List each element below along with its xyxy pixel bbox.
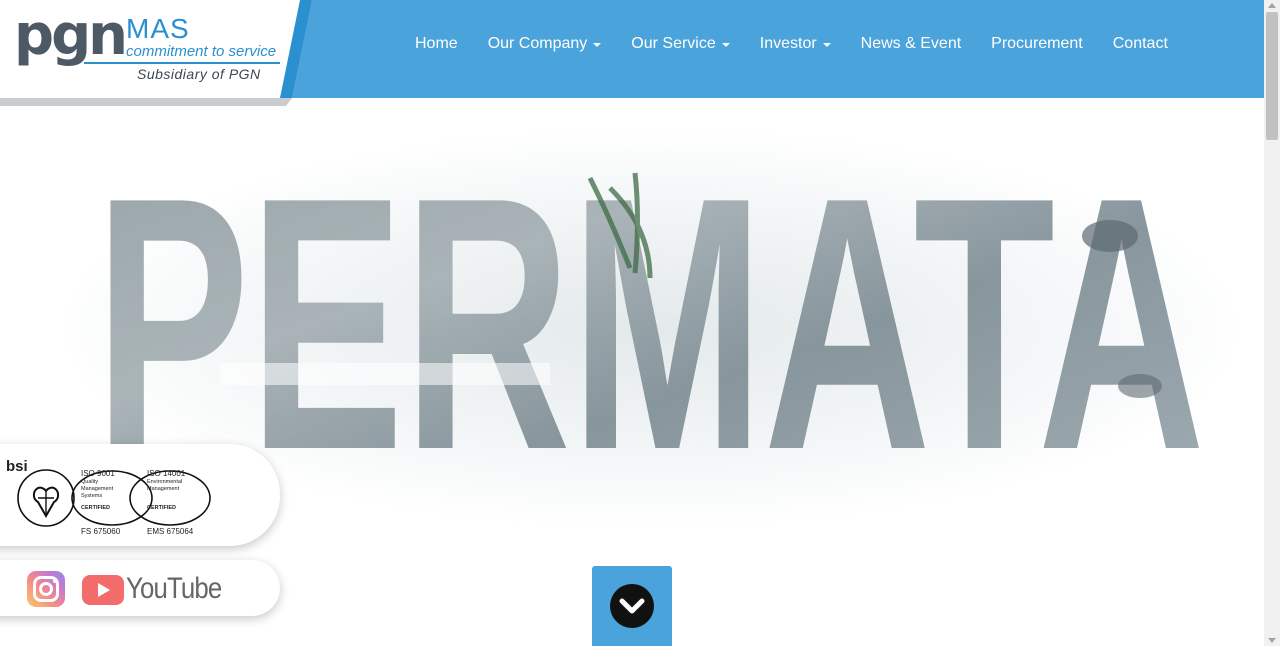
hero-fixture [1118, 374, 1162, 398]
scrollbar-thumb[interactable] [1266, 12, 1278, 140]
nav-procurement[interactable]: Procurement [976, 35, 1098, 53]
instagram-icon-dot [53, 579, 57, 583]
nav-our-company[interactable]: Our Company [473, 35, 617, 53]
hero-reflection [220, 363, 550, 385]
iso9001-status: CERTIFIED [81, 505, 111, 511]
youtube-label[interactable]: YouTube [126, 572, 222, 606]
main-nav: Home Our Company Our Service Investor Ne… [400, 32, 1183, 56]
logo-tagline: commitment to service [126, 43, 277, 60]
logo-divider [84, 62, 280, 64]
iso14001-status: CERTIFIED [147, 505, 177, 511]
nav-home[interactable]: Home [400, 35, 473, 53]
hero-word: PERMATA [95, 158, 1205, 458]
scroll-down-button[interactable] [592, 566, 672, 646]
iso14001-desc1: Environmental [147, 479, 183, 485]
hero-fixture [1082, 220, 1138, 252]
cert-issuer: bsi [6, 458, 28, 475]
nav-our-service-label: Our Service [631, 35, 716, 52]
page-scrollbar[interactable] [1264, 0, 1280, 646]
nav-news-event-label: News & Event [860, 35, 962, 52]
logo[interactable]: pgn MAS commitment to service Subsidiary… [0, 0, 312, 106]
iso9001-desc2: Management [81, 486, 114, 492]
iso14001-desc2: Management [147, 486, 180, 492]
nav-our-service[interactable]: Our Service [616, 35, 744, 53]
scroll-down-arrow-icon[interactable] [1268, 638, 1276, 643]
hero-word-image: PERMATA [95, 158, 1205, 458]
caret-down-icon [721, 43, 730, 47]
iso9001-code: ISO 9001 [81, 469, 115, 478]
nav-home-label: Home [415, 35, 458, 52]
iso9001-desc3: Systems [81, 493, 103, 499]
nav-news-event[interactable]: News & Event [846, 35, 976, 53]
iso14001-number: EMS 675064 [147, 527, 194, 536]
logo-name: MAS [126, 13, 190, 44]
iso9001-number: FS 675060 [81, 527, 121, 536]
logo-wordmark: pgn [14, 3, 128, 68]
site-header: pgn MAS commitment to service Subsidiary… [0, 0, 1264, 106]
logo-subsidiary: Subsidiary of PGN [137, 66, 261, 82]
scroll-up-arrow-icon[interactable] [1268, 3, 1276, 8]
youtube-icon[interactable] [82, 575, 124, 605]
chevron-down-icon [619, 598, 645, 614]
iso9001-desc1: Quality [81, 479, 99, 485]
social-links-card: YouTube [0, 560, 280, 616]
play-icon [98, 583, 110, 597]
nav-contact[interactable]: Contact [1098, 35, 1183, 53]
instagram-icon-lens [39, 582, 53, 596]
nav-contact-label: Contact [1112, 35, 1168, 52]
nav-our-company-label: Our Company [487, 35, 588, 52]
nav-investor[interactable]: Investor [745, 35, 846, 53]
instagram-icon[interactable] [27, 571, 65, 607]
caret-down-icon [822, 43, 831, 47]
caret-down-icon [593, 43, 602, 47]
nav-investor-label: Investor [759, 35, 817, 52]
nav-procurement-label: Procurement [991, 35, 1083, 52]
iso14001-code: ISO 14001 [147, 469, 186, 478]
certification-card[interactable]: bsi ISO 9001 Quality Management Systems … [0, 444, 280, 546]
